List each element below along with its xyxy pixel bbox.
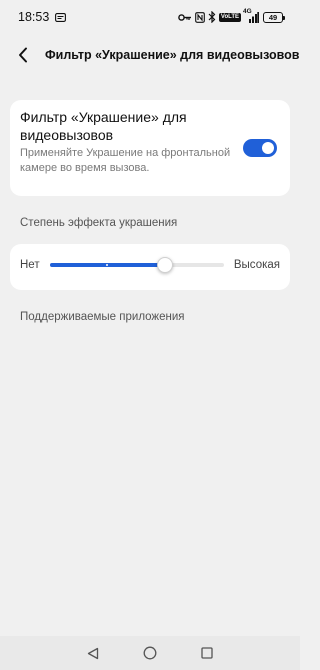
status-bar: 18:53 VoLTE 4G 49	[0, 0, 300, 34]
degree-slider-thumb[interactable]	[156, 257, 173, 273]
status-time: 18:53	[18, 10, 50, 24]
battery-level: 49	[268, 12, 278, 22]
filter-description: Применяйте Украшение на фронтальной каме…	[20, 147, 231, 174]
message-icon	[55, 11, 67, 23]
slider-max-label: Высокая	[233, 259, 280, 271]
nav-recents-button[interactable]	[197, 643, 217, 663]
filter-toggle[interactable]	[243, 139, 277, 157]
circle-home-icon	[143, 646, 157, 660]
nfc-icon	[195, 11, 205, 23]
volte-icon: VoLTE	[218, 11, 241, 23]
filter-title: Фильтр «Украшение» для видеовызовов	[20, 109, 187, 143]
slider-center-dot	[106, 264, 108, 266]
page-title: Фильтр «Украшение» для видеовызовов	[45, 48, 300, 62]
filter-setting-card[interactable]: Фильтр «Украшение» для видеовызовов Прим…	[10, 100, 290, 196]
degree-slider-card: Нет Высокая	[10, 244, 290, 290]
key-icon	[178, 11, 192, 23]
toggle-knob	[262, 142, 274, 154]
degree-section-label: Степень эффекта украшения	[20, 217, 178, 229]
navigation-bar	[0, 636, 300, 670]
volte-label: VoLTE	[218, 12, 241, 22]
nav-back-button[interactable]	[83, 643, 103, 663]
header: Фильтр «Украшение» для видеовызовов	[0, 40, 300, 70]
bluetooth-icon	[208, 11, 216, 23]
triangle-back-icon	[87, 647, 99, 660]
degree-slider-track[interactable]	[50, 257, 224, 273]
battery-icon: 49	[263, 11, 285, 23]
chevron-left-icon	[18, 47, 28, 63]
supported-apps-label[interactable]: Поддерживаемые приложения	[20, 311, 185, 323]
slider-min-label: Нет	[20, 259, 40, 271]
square-recents-icon	[200, 647, 213, 659]
nav-home-button[interactable]	[140, 643, 160, 663]
network-label: 4G	[243, 8, 252, 15]
signal-icon: 4G	[243, 8, 260, 23]
